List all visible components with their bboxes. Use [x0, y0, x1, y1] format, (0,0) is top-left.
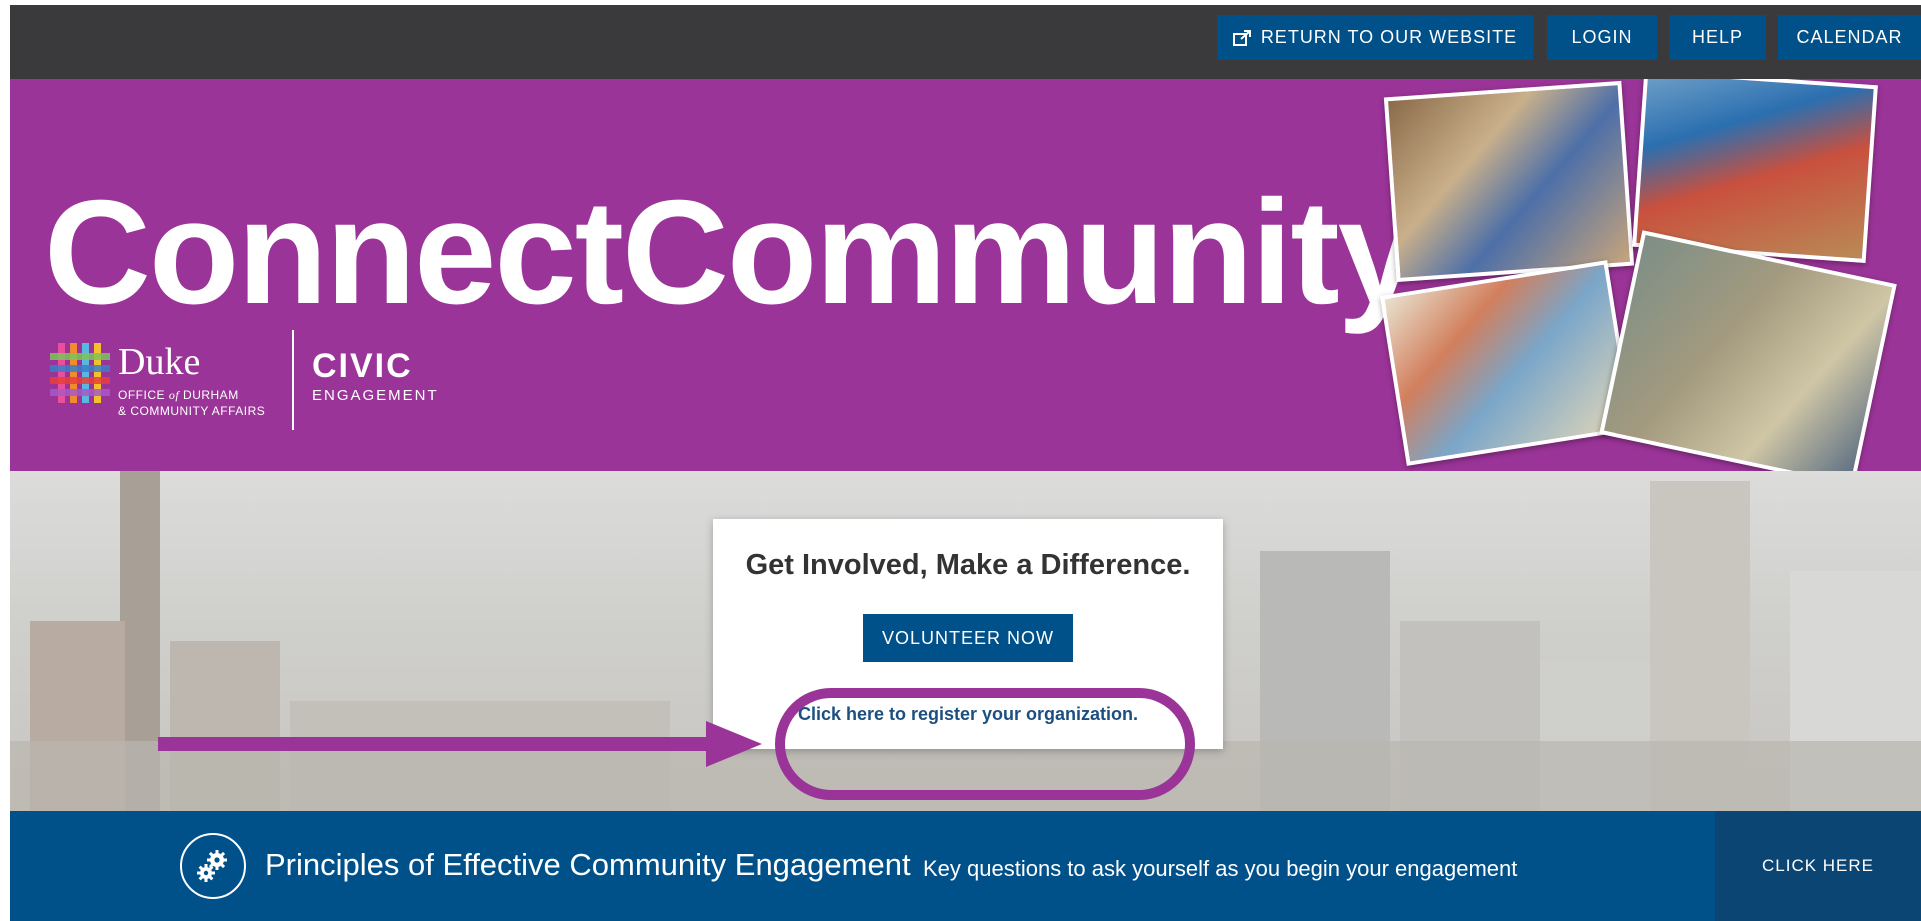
collage-photo-market	[1383, 80, 1635, 283]
click-here-button[interactable]: CLICK HERE	[1715, 811, 1921, 921]
site-header: ConnectCommunity Duke OFFICE of DURHAM &…	[10, 79, 1921, 471]
card-heading: Get Involved, Make a Difference.	[745, 549, 1191, 581]
page-frame: RETURN TO OUR WEBSITE LOGIN HELP CALENDA…	[10, 5, 1921, 921]
click-here-label: CLICK HERE	[1761, 856, 1875, 875]
principles-banner: Principles of Effective Community Engage…	[10, 811, 1921, 921]
calendar-button[interactable]: CALENDAR	[1778, 15, 1921, 60]
return-to-website-label: RETURN TO OUR WEBSITE	[1260, 27, 1518, 47]
civic-wordmark: CIVIC	[312, 347, 413, 385]
top-nav-bar: RETURN TO OUR WEBSITE LOGIN HELP CALENDA…	[10, 5, 1921, 79]
street-level	[10, 741, 1921, 811]
volunteer-now-label: VOLUNTEER NOW	[881, 627, 1054, 648]
hero-section: Get Involved, Make a Difference. VOLUNTE…	[10, 471, 1921, 811]
collage-photo-classroom	[1379, 260, 1635, 466]
register-organization-link[interactable]: Click here to register your organization…	[713, 704, 1223, 725]
banner-subtitle: Key questions to ask yourself as you beg…	[923, 856, 1518, 881]
login-label: LOGIN	[1571, 27, 1633, 47]
logo-divider	[292, 330, 294, 430]
collage-photo-outdoor-group	[1599, 230, 1897, 471]
help-button[interactable]: HELP	[1669, 15, 1766, 60]
gears-icon	[180, 833, 246, 899]
duke-wordmark: Duke	[118, 341, 201, 383]
banner-title: Principles of Effective Community Engage…	[265, 847, 911, 882]
engagement-wordmark: ENGAGEMENT	[312, 387, 439, 404]
office-of-durham-text: OFFICE of DURHAM & COMMUNITY AFFAIRS	[118, 388, 266, 418]
duke-lattice-logo-icon	[50, 343, 110, 403]
get-involved-card: Get Involved, Make a Difference. VOLUNTE…	[713, 519, 1223, 749]
return-to-website-button[interactable]: RETURN TO OUR WEBSITE	[1217, 15, 1533, 60]
site-title: ConnectCommunity	[44, 170, 1420, 335]
external-link-icon	[1232, 29, 1251, 46]
volunteer-now-button[interactable]: VOLUNTEER NOW	[863, 614, 1073, 662]
login-button[interactable]: LOGIN	[1547, 15, 1657, 60]
help-label: HELP	[1691, 27, 1744, 47]
calendar-label: CALENDAR	[1796, 27, 1903, 47]
